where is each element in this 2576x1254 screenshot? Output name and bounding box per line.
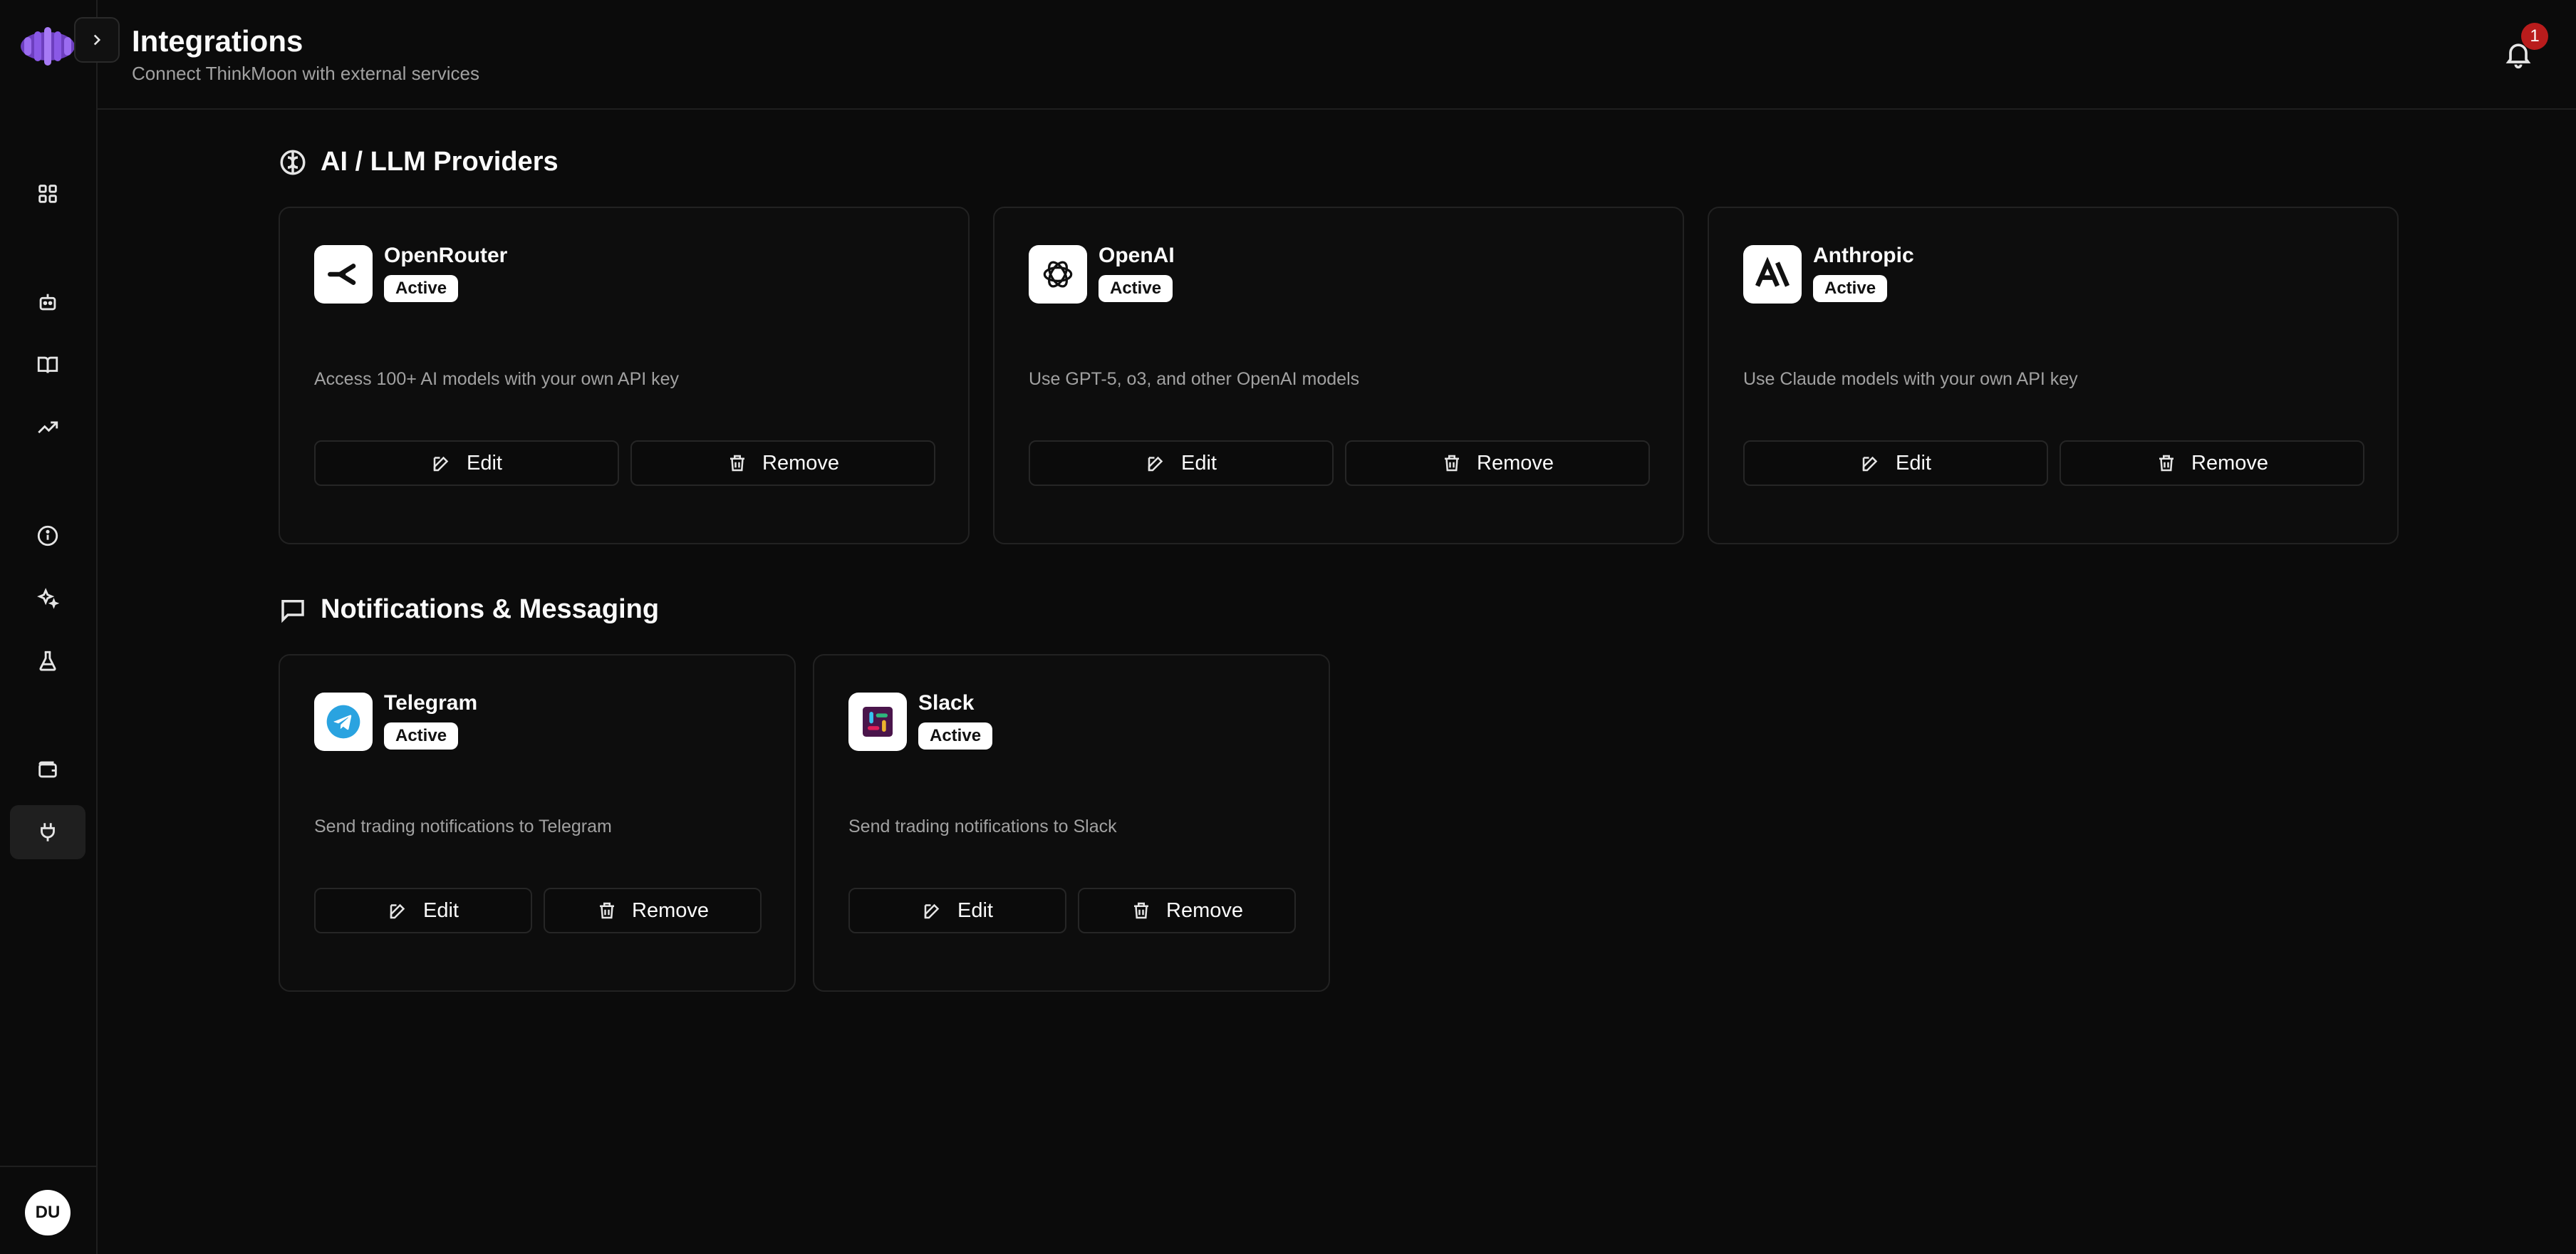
section-title: Notifications & Messaging	[321, 594, 660, 624]
trash-icon	[600, 902, 614, 919]
nav-wallet[interactable]	[10, 742, 85, 797]
integration-description: Send trading notifications to Telegram	[314, 817, 612, 836]
edit-button[interactable]: Edit	[314, 888, 532, 933]
edit-button-label: Edit	[1181, 451, 1217, 475]
status-badge: Active	[1099, 275, 1173, 302]
page-subtitle: Connect ThinkMoon with external services	[132, 63, 479, 84]
nav-performance[interactable]	[10, 400, 85, 455]
sidebar-toggle-button[interactable]	[74, 17, 120, 63]
integration-description: Access 100+ AI models with your own API …	[314, 369, 680, 389]
edit-button[interactable]: Edit	[1029, 440, 1334, 486]
edit-icon	[1862, 456, 1878, 472]
remove-button[interactable]: Remove	[1078, 888, 1296, 933]
edit-icon	[924, 903, 940, 919]
status-badge: Active	[1813, 275, 1888, 302]
remove-button-label: Remove	[1477, 451, 1554, 475]
edit-button[interactable]: Edit	[314, 440, 619, 486]
nav-docs[interactable]	[10, 338, 85, 392]
app-root: DU Integrations Connect ThinkMoon with e…	[0, 0, 2576, 1254]
notification-count-badge: 1	[2521, 23, 2548, 50]
edit-button[interactable]: Edit	[848, 888, 1066, 933]
sidebar: DU	[0, 0, 98, 1254]
message-square-icon	[281, 599, 304, 623]
edit-icon	[390, 903, 405, 919]
status-badge: Active	[384, 275, 459, 302]
trending-up-icon	[38, 421, 58, 434]
edit-button-label: Edit	[957, 898, 993, 922]
sparkles-icon	[37, 588, 60, 609]
edit-button-label: Edit	[423, 898, 459, 922]
integration-name: OpenRouter	[384, 244, 508, 267]
nav-dashboard[interactable]	[10, 167, 85, 221]
edit-button-label: Edit	[467, 451, 502, 475]
nav-agents[interactable]	[10, 275, 85, 329]
page-header: Integrations Connect ThinkMoon with exte…	[98, 0, 2576, 110]
info-icon	[37, 525, 58, 546]
integration-card-slack: Slack Active Send trading notifications …	[813, 654, 1330, 992]
section-ai-providers-heading: AI / LLM Providers	[278, 147, 559, 177]
brain-icon	[280, 150, 306, 175]
remove-button-label: Remove	[632, 898, 709, 922]
nav-ai[interactable]	[10, 571, 85, 626]
wallet-icon	[38, 761, 57, 778]
integration-name: OpenAI	[1099, 244, 1175, 267]
sidebar-footer: DU	[0, 1166, 98, 1254]
openai-logo-icon	[1029, 245, 1087, 304]
integration-name: Telegram	[384, 691, 478, 715]
slack-logo-icon	[848, 693, 907, 751]
remove-button-label: Remove	[762, 451, 839, 475]
telegram-logo-icon	[314, 693, 373, 751]
openrouter-logo-icon	[314, 245, 373, 304]
anthropic-logo-icon	[1743, 245, 1802, 304]
flask-icon	[39, 651, 56, 671]
trash-icon	[2159, 455, 2174, 472]
edit-icon	[1148, 456, 1163, 472]
grid-icon	[38, 185, 57, 203]
page-title: Integrations	[132, 24, 303, 58]
avatar[interactable]: DU	[25, 1190, 71, 1235]
plug-icon	[41, 823, 55, 841]
edit-button-label: Edit	[1896, 451, 1931, 475]
trash-icon	[1445, 455, 1459, 472]
integration-description: Send trading notifications to Slack	[848, 817, 1117, 836]
remove-button[interactable]: Remove	[2060, 440, 2364, 486]
integration-card-openrouter: OpenRouter Active Access 100+ AI models …	[279, 207, 970, 544]
integration-name: Anthropic	[1813, 244, 1914, 267]
integration-card-anthropic: Anthropic Active Use Claude models with …	[1708, 207, 2399, 544]
trash-icon	[730, 455, 744, 472]
integration-name: Slack	[918, 691, 975, 715]
trash-icon	[1134, 902, 1148, 919]
app-logo-icon[interactable]	[19, 24, 77, 68]
integration-card-openai: OpenAI Active Use GPT-5, o3, and other O…	[993, 207, 1684, 544]
integration-description: Use Claude models with your own API key	[1743, 369, 2078, 389]
integration-card-telegram: Telegram Active Send trading notificatio…	[279, 654, 796, 992]
remove-button[interactable]: Remove	[1345, 440, 1650, 486]
book-icon	[37, 356, 58, 373]
status-badge: Active	[918, 722, 993, 750]
remove-button-label: Remove	[1166, 898, 1243, 922]
bot-icon	[39, 294, 56, 311]
nav-lab[interactable]	[10, 634, 85, 688]
integration-description: Use GPT-5, o3, and other OpenAI models	[1029, 369, 1360, 389]
nav-info[interactable]	[10, 509, 85, 563]
edit-button[interactable]: Edit	[1743, 440, 2048, 486]
remove-button-label: Remove	[2191, 451, 2268, 475]
remove-button[interactable]: Remove	[630, 440, 935, 486]
section-notifications-heading: Notifications & Messaging	[278, 594, 659, 625]
nav-integrations[interactable]	[10, 805, 85, 859]
edit-icon	[433, 456, 449, 472]
chevron-right-icon	[93, 34, 101, 46]
section-title: AI / LLM Providers	[321, 147, 559, 177]
remove-button[interactable]: Remove	[544, 888, 762, 933]
status-badge: Active	[384, 722, 459, 750]
